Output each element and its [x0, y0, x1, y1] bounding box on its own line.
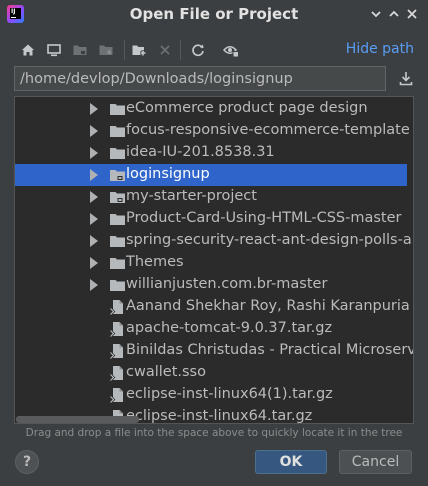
file-link-icon — [109, 365, 126, 382]
expand-arrow-icon[interactable] — [90, 147, 98, 159]
tree-item-label: Product-Card-Using-HTML-CSS-master — [126, 210, 402, 226]
desktop-icon[interactable] — [46, 42, 62, 58]
toolbar-separator — [124, 40, 125, 60]
tree-folder-item[interactable]: loginsignup — [15, 164, 407, 186]
tree-item-label: apache-tomcat-9.0.37.tar.gz — [126, 320, 333, 336]
chevron-up-icon[interactable] — [388, 7, 400, 21]
home-icon[interactable] — [20, 42, 36, 58]
file-link-icon — [109, 299, 126, 316]
tree-item-label: idea-IU-201.8538.31 — [126, 144, 275, 160]
path-input[interactable] — [15, 67, 385, 90]
tree-item-label: focus-responsive-ecommerce-template — [126, 122, 410, 138]
folder-icon — [109, 101, 126, 117]
toolbar-separator — [180, 40, 181, 60]
expand-arrow-icon[interactable] — [90, 213, 98, 225]
file-link-icon — [109, 343, 126, 360]
new-folder-icon[interactable] — [131, 42, 147, 58]
folder-icon — [109, 233, 126, 249]
toolbar: Hide path — [0, 36, 428, 64]
tree-file-item[interactable]: apache-tomcat-9.0.37.tar.gz — [15, 318, 407, 340]
tree-folder-item[interactable]: spring-security-react-ant-design-polls-a… — [15, 230, 413, 252]
folder-icon — [109, 123, 126, 139]
tree-file-item[interactable]: cwallet.sso — [15, 362, 407, 384]
tree-folder-item[interactable]: focus-responsive-ecommerce-template — [15, 120, 410, 142]
tree-item-label: eCommerce product page design — [126, 100, 368, 116]
folder-icon — [109, 211, 126, 227]
file-link-icon — [109, 321, 126, 338]
download-icon[interactable] — [398, 70, 414, 87]
project-folder-icon[interactable] — [72, 42, 88, 58]
hide-path-link[interactable]: Hide path — [346, 41, 414, 57]
tree-item-label: Themes — [126, 254, 184, 270]
tree-item-label: cwallet.sso — [126, 364, 206, 380]
tree-folder-item[interactable]: my-starter-project — [15, 186, 407, 208]
expand-arrow-icon[interactable] — [90, 169, 98, 181]
tree-item-label: loginsignup — [126, 166, 210, 182]
tree-item-label: spring-security-react-ant-design-polls-a… — [126, 232, 414, 248]
title-bar: IJ Open File or Project — [0, 0, 428, 30]
tree-folder-item[interactable]: idea-IU-201.8538.31 — [15, 142, 407, 164]
tree-item-label: Aanand Shekhar Roy, Rashi Karanpuria - K… — [126, 298, 414, 314]
close-icon[interactable] — [406, 7, 418, 21]
tree-item-label: Binildas Christudas - Practical Microser… — [126, 342, 414, 358]
delete-icon[interactable] — [157, 42, 173, 58]
tree-file-item[interactable]: Aanand Shekhar Roy, Rashi Karanpuria - K… — [15, 296, 413, 318]
module-folder-icon[interactable] — [98, 42, 114, 58]
drag-drop-hint: Drag and drop a file into the space abov… — [25, 427, 403, 439]
folder-icon — [109, 145, 126, 161]
folder-icon — [109, 277, 126, 293]
tree-folder-item[interactable]: Themes — [15, 252, 407, 274]
expand-arrow-icon[interactable] — [90, 125, 98, 137]
dialog-title: Open File or Project — [129, 5, 299, 23]
tree-folder-item[interactable]: willianjusten.com.br-master — [15, 274, 407, 296]
expand-arrow-icon[interactable] — [90, 103, 98, 115]
cancel-button[interactable]: Cancel — [339, 450, 412, 474]
file-link-icon — [109, 387, 126, 404]
file-tree[interactable]: eclipse-inst-linux64.tar.gz eclipse-inst-… — [14, 96, 414, 424]
tree-file-item[interactable]: eclipse-inst-linux64(1).tar.gz — [15, 384, 407, 406]
tree-folder-item[interactable]: eCommerce product page design — [15, 98, 407, 120]
help-button[interactable]: ? — [15, 450, 39, 474]
project-folder-icon — [109, 167, 126, 183]
project-folder-icon — [109, 189, 126, 205]
expand-arrow-icon[interactable] — [90, 279, 98, 291]
ok-button[interactable]: OK — [255, 450, 327, 474]
tree-item-label: eclipse-inst-linux64.tar.gz — [126, 408, 313, 424]
tree-item-label: willianjusten.com.br-master — [126, 276, 328, 292]
expand-arrow-icon[interactable] — [90, 191, 98, 203]
folder-icon — [109, 255, 126, 271]
tree-file-item[interactable]: Binildas Christudas - Practical Microser… — [15, 340, 413, 362]
refresh-icon[interactable] — [190, 42, 206, 58]
expand-arrow-icon[interactable] — [90, 257, 98, 269]
tree-item-label: eclipse-inst-linux64(1).tar.gz — [126, 386, 333, 402]
show-hidden-icon[interactable] — [222, 42, 239, 58]
chevron-down-icon[interactable] — [370, 7, 382, 21]
tree-folder-item[interactable]: Product-Card-Using-HTML-CSS-master — [15, 208, 407, 230]
expand-arrow-icon[interactable] — [90, 235, 98, 247]
path-field[interactable] — [14, 66, 386, 91]
tree-item-label: my-starter-project — [126, 188, 257, 204]
horizontal-scrollbar[interactable] — [16, 416, 139, 423]
